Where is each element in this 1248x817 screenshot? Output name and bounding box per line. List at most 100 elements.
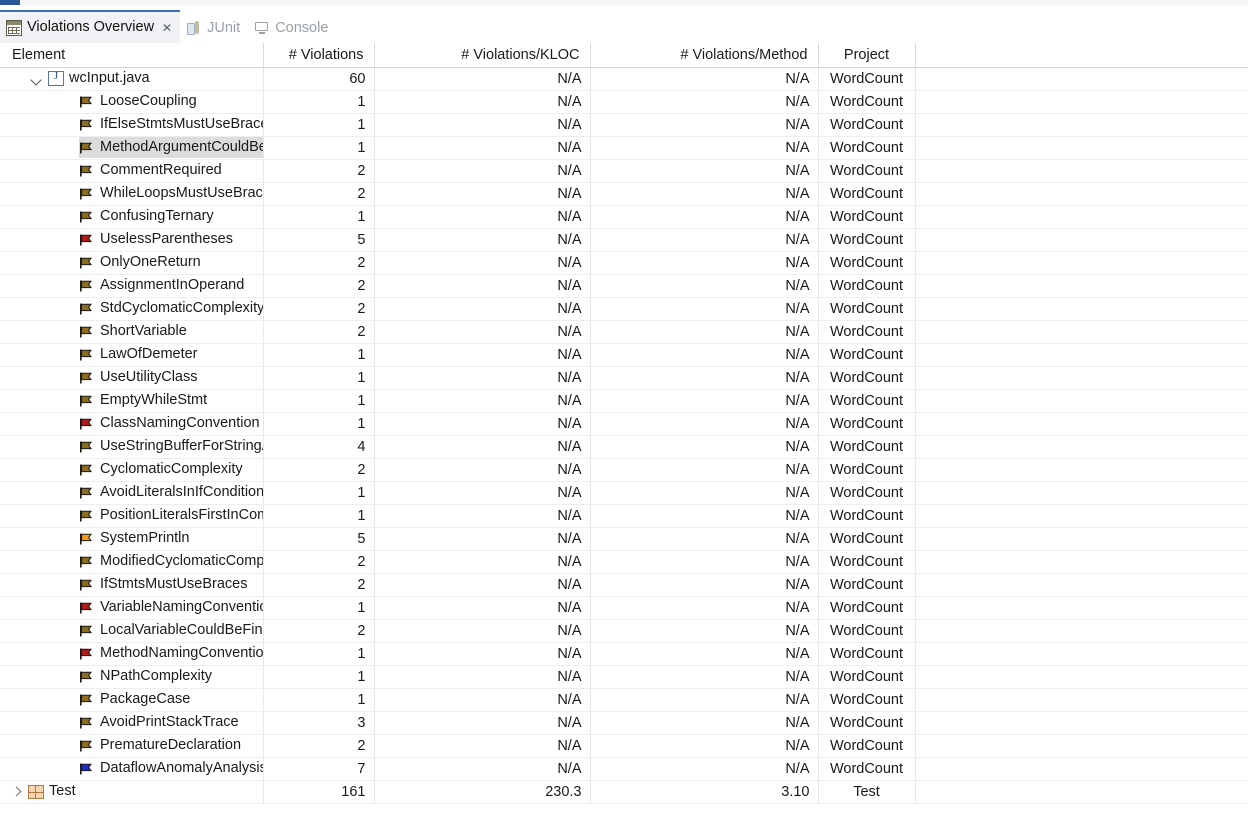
cell-element[interactable]: PrematureDeclaration [0,734,264,758]
cell-element[interactable]: WhileLoopsMustUseBraces [0,182,264,206]
cell-violations: 1 [263,113,375,137]
table-row[interactable]: CyclomaticComplexity 2 N/A N/A WordCount [0,458,1248,482]
cell-element[interactable]: VariableNamingConventions [0,596,264,620]
table-row[interactable]: LawOfDemeter 1 N/A N/A WordCount [0,343,1248,367]
column-header-pad[interactable] [915,43,1248,68]
table-row[interactable]: EmptyWhileStmt 1 N/A N/A WordCount [0,389,1248,413]
cell-element[interactable]: AssignmentInOperand [0,274,264,298]
element-content: CyclomaticComplexity [79,459,243,481]
cell-element[interactable]: ConfusingTernary [0,205,264,229]
table-row[interactable]: MethodNamingConventions 1 N/A N/A WordCount [0,642,1248,666]
cell-spacer [915,435,1248,459]
cell-element[interactable]: EmptyWhileStmt [0,389,264,413]
table-row[interactable]: NPathComplexity 1 N/A N/A WordCount [0,665,1248,689]
column-header-kloc[interactable]: # Violations/KLOC [374,43,591,68]
table-row[interactable]: CommentRequired 2 N/A N/A WordCount [0,159,1248,183]
table-row[interactable]: wcInput.java60N/AN/AWordCount [0,67,1248,91]
cell-element[interactable]: ModifiedCyclomaticComplexity [0,550,264,574]
table-row[interactable]: IfElseStmtsMustUseBraces 1 N/A N/A WordCount [0,113,1248,137]
table-row[interactable]: UseUtilityClass 1 N/A N/A WordCount [0,366,1248,390]
table-row[interactable]: WhileLoopsMustUseBraces 2 N/A N/A WordCount [0,182,1248,206]
element-label: CyclomaticComplexity [100,462,243,477]
column-header-project[interactable]: Project [818,43,916,68]
cell-element[interactable]: CyclomaticComplexity [0,458,264,482]
table-row[interactable]: IfStmtsMustUseBraces 2 N/A N/A WordCount [0,573,1248,597]
table-row[interactable]: OnlyOneReturn 2 N/A N/A WordCount [0,251,1248,275]
table-row[interactable]: ModifiedCyclomaticComplexity2N/AN/AWordC… [0,550,1248,574]
close-icon[interactable]: ✕ [162,21,173,35]
cell-element[interactable]: ClassNamingConvention [0,412,264,436]
violations-overview-icon [6,19,22,36]
cell-violations-per-method: N/A [590,136,819,160]
cell-element[interactable]: NPathComplexity [0,665,264,689]
cell-violations: 2 [263,251,375,275]
cell-element[interactable]: Test [0,780,264,804]
table-row[interactable]: VariableNamingConventions1N/AN/AWordCoun… [0,596,1248,620]
table-row[interactable]: ConfusingTernary 1 N/A N/A WordCount [0,205,1248,229]
cell-element[interactable]: AvoidLiteralsInIfCondition [0,481,264,505]
cell-violations-per-kloc: N/A [374,619,591,643]
cell-violations: 1 [263,389,375,413]
cell-element[interactable]: UseStringBufferForStringAppends [0,435,264,459]
cell-element[interactable]: LooseCoupling [0,90,264,114]
table-row[interactable]: MethodArgumentCouldBeFinal1N/AN/AWordCou… [0,136,1248,160]
tab-junit[interactable]: JUnit [180,13,248,43]
cell-spacer [915,297,1248,321]
table-row[interactable]: PackageCase 1 N/A N/A WordCount [0,688,1248,712]
cell-violations-per-kloc: N/A [374,665,591,689]
table-row[interactable]: ClassNamingConvention 1 N/A N/A WordCount [0,412,1248,436]
cell-element[interactable]: UseUtilityClass [0,366,264,390]
cell-violations-per-method: N/A [590,159,819,183]
cell-element[interactable]: LocalVariableCouldBeFinal [0,619,264,643]
element-label: LawOfDemeter [100,347,198,362]
cell-element[interactable]: wcInput.java [0,67,264,91]
cell-element[interactable]: DataflowAnomalyAnalysis [0,757,264,781]
chevron-down-icon[interactable] [30,72,43,85]
chevron-right-icon[interactable] [10,785,23,798]
column-header-method[interactable]: # Violations/Method [590,43,819,68]
cell-element[interactable]: IfStmtsMustUseBraces [0,573,264,597]
cell-violations: 1 [263,366,375,390]
cell-element[interactable]: PositionLiteralsFirstInComparisons [0,504,264,528]
table-row[interactable]: LocalVariableCouldBeFinal 2 N/A N/A WordCoun… [0,619,1248,643]
table-row[interactable]: StdCyclomaticComplexity 2 N/A N/A WordCount [0,297,1248,321]
table-row[interactable]: UseStringBufferForStringAppends4N/AN/AWo… [0,435,1248,459]
cell-element[interactable]: CommentRequired [0,159,264,183]
cell-element[interactable]: IfElseStmtsMustUseBraces [0,113,264,137]
cell-violations-per-kloc: N/A [374,320,591,344]
tab-violations-overview[interactable]: Violations Overview ✕ [0,10,181,43]
table-row[interactable]: ShortVariable 2 N/A N/A WordCount [0,320,1248,344]
cell-violations: 2 [263,734,375,758]
cell-project: WordCount [818,573,916,597]
column-header-violations[interactable]: # Violations [263,43,375,68]
tab-label: Console [275,19,329,36]
table-row[interactable]: PositionLiteralsFirstInComparisons1N/AN/… [0,504,1248,528]
table-row[interactable]: AvoidPrintStackTrace 3 N/A N/A WordCount [0,711,1248,735]
table-row[interactable]: SystemPrintln 5 N/A N/A WordCount [0,527,1248,551]
cell-element[interactable]: ShortVariable [0,320,264,344]
element-content: UselessParentheses [79,229,233,251]
cell-element[interactable]: MethodArgumentCouldBeFinal [0,136,264,160]
cell-element[interactable]: UselessParentheses [0,228,264,252]
cell-element[interactable]: AvoidPrintStackTrace [0,711,264,735]
cell-project: WordCount [818,665,916,689]
element-content: ModifiedCyclomaticComplexity [79,551,262,573]
table-row[interactable]: AvoidLiteralsInIfCondition 1 N/A N/A WordCou… [0,481,1248,505]
cell-violations-per-kloc: N/A [374,343,591,367]
tab-console[interactable]: Console [248,13,336,43]
cell-element[interactable]: LawOfDemeter [0,343,264,367]
cell-element[interactable]: StdCyclomaticComplexity [0,297,264,321]
cell-violations-per-method: N/A [590,389,819,413]
table-row[interactable]: Test 161 230.3 3.10 Test [0,780,1248,804]
column-header-element[interactable]: Element [0,43,264,68]
cell-spacer [915,228,1248,252]
table-row[interactable]: UselessParentheses 5 N/A N/A WordCount [0,228,1248,252]
cell-element[interactable]: PackageCase [0,688,264,712]
table-row[interactable]: LooseCoupling 1 N/A N/A WordCount [0,90,1248,114]
table-row[interactable]: PrematureDeclaration 2 N/A N/A WordCount [0,734,1248,758]
cell-element[interactable]: SystemPrintln [0,527,264,551]
cell-element[interactable]: MethodNamingConventions [0,642,264,666]
cell-element[interactable]: OnlyOneReturn [0,251,264,275]
table-row[interactable]: AssignmentInOperand 2 N/A N/A WordCount [0,274,1248,298]
table-row[interactable]: DataflowAnomalyAnalysis 7 N/A N/A WordCount [0,757,1248,781]
